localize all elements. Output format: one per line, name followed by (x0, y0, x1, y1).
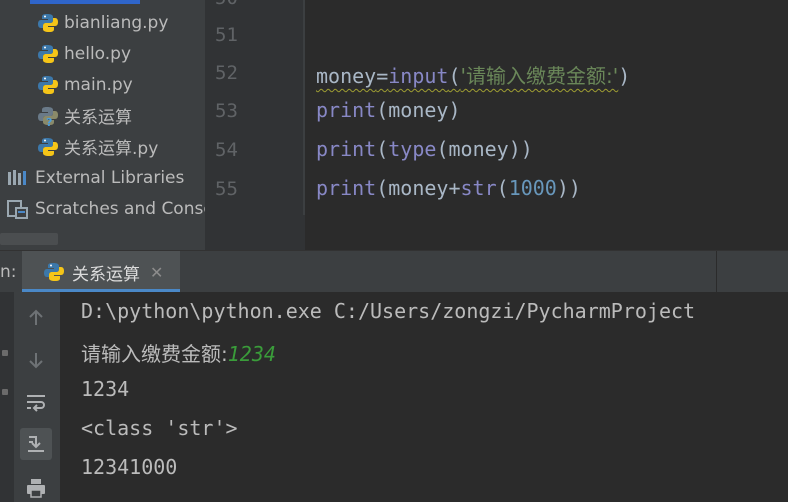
line-number: 50 (215, 0, 245, 9)
scroll-to-end-button[interactable] (20, 428, 52, 460)
code-line-53[interactable]: print(money) (316, 98, 461, 122)
run-tool-window-header: n: 关系运算 ✕ (0, 250, 788, 293)
code-token-arg: money+ (388, 176, 461, 200)
code-token-var: money (316, 64, 377, 88)
horizontal-scrollbar[interactable] (0, 233, 58, 245)
code-token-fn: input (388, 64, 449, 88)
print-icon (27, 479, 45, 498)
code-token-number: 1000 (508, 176, 557, 200)
tree-item-label: 关系运算.py (64, 139, 159, 159)
python-file-icon (38, 136, 58, 158)
toolbar-edge-strip (0, 292, 14, 502)
edge-marker (2, 389, 8, 395)
code-token-fn: print (316, 137, 377, 161)
code-token-paren: ( (376, 137, 389, 161)
tree-item-external-libraries[interactable]: External Libraries (7, 162, 184, 193)
scratches-icon (7, 198, 29, 220)
scroll-up-button[interactable] (20, 302, 52, 334)
code-token-fn: print (316, 98, 377, 122)
code-line-55[interactable]: print(money+str(1000)) (316, 176, 581, 200)
code-token-paren: ) (448, 98, 461, 122)
python-file-icon (38, 43, 58, 65)
code-token-eq: = (376, 64, 389, 88)
line-number: 55 (215, 178, 238, 200)
selected-item-fragment[interactable] (30, 0, 140, 4)
code-token-paren: ( (436, 137, 449, 161)
tree-item-relation-op[interactable]: ? 关系运算 (38, 100, 132, 131)
gutter-separator (303, 0, 305, 215)
run-console-output[interactable]: D:\python\python.exe C:/Users/zongzi/Pyc… (60, 292, 788, 502)
line-number: 53 (215, 100, 238, 122)
console-output-line: <class 'str'> (81, 416, 238, 440)
console-output-line: 12341000 (81, 455, 178, 479)
libraries-icon (7, 167, 29, 189)
code-token-arg: money (448, 137, 509, 161)
edge-marker (2, 350, 8, 356)
project-tree-panel: bianliang.py hello.py main.py ? 关系运算 关系运… (0, 0, 205, 250)
line-number: 52 (215, 62, 238, 84)
code-editor[interactable]: 50 51 52 53 54 55 money=input('请输入缴费金额:'… (205, 0, 788, 250)
tree-item-main[interactable]: main.py (38, 69, 133, 100)
console-input-line: 请输入缴费金额:1234 (81, 338, 276, 367)
code-line-54[interactable]: print(type(money)) (316, 137, 533, 161)
tree-item-label: 关系运算 (64, 108, 132, 128)
code-token-paren: ( (496, 176, 509, 200)
console-command-line: D:\python\python.exe C:/Users/zongzi/Pyc… (81, 299, 696, 323)
line-number: 54 (215, 139, 238, 161)
scroll-down-button[interactable] (20, 344, 52, 376)
run-window-title-fragment: n: (0, 262, 17, 282)
run-tab-label: 关系运算 (72, 264, 140, 285)
code-token-fn2: str (460, 176, 497, 200)
code-line-52[interactable]: money=input('请输入缴费金额:') (316, 60, 630, 89)
code-token-arg: money (388, 98, 449, 122)
tree-item-label: External Libraries (35, 167, 185, 188)
soft-wrap-icon (27, 395, 45, 412)
code-token-paren: ( (376, 98, 389, 122)
console-prompt: 请输入缴费金额: (81, 342, 228, 366)
python-run-icon (44, 261, 64, 283)
svg-text:?: ? (46, 116, 52, 127)
line-number: 51 (215, 24, 238, 46)
run-tab-relation-op[interactable]: 关系运算 ✕ (22, 251, 180, 293)
python-file-icon (38, 74, 58, 96)
print-button[interactable] (20, 472, 52, 502)
tree-item-label: main.py (64, 74, 133, 95)
code-token-string: '请输入缴费金额:' (460, 64, 619, 88)
warning-squiggle: money=input('请输入缴费金额:' (316, 64, 618, 88)
code-token-paren: ( (376, 176, 389, 200)
gutter-bottom (205, 215, 305, 250)
python-file-unknown-icon: ? (38, 105, 58, 127)
code-token-fn: print (316, 176, 377, 200)
arrow-down-icon (29, 353, 43, 369)
run-header-toolbar-area (716, 251, 788, 293)
arrow-up-icon (29, 309, 43, 325)
tree-item-bianliang[interactable]: bianliang.py (38, 7, 168, 38)
code-token-paren: )) (508, 137, 533, 161)
code-token-paren: )) (556, 176, 581, 200)
tree-item-hello[interactable]: hello.py (38, 38, 131, 69)
python-file-icon (38, 12, 58, 34)
soft-wrap-button[interactable] (20, 386, 52, 418)
close-icon[interactable]: ✕ (150, 263, 163, 282)
tree-item-label: bianliang.py (64, 12, 169, 33)
code-token-paren: ) (618, 64, 631, 88)
scroll-to-end-icon (28, 436, 44, 452)
tree-item-label: hello.py (64, 43, 132, 64)
tree-item-scratches[interactable]: Scratches and Consol (7, 193, 205, 224)
code-token-paren: ( (448, 64, 461, 88)
tree-item-relation-op-py[interactable]: 关系运算.py (38, 131, 158, 162)
code-token-fn2: type (388, 137, 437, 161)
console-output-line: 1234 (81, 377, 130, 401)
tree-item-label: Scratches and Consol (35, 198, 205, 219)
console-user-input: 1234 (227, 342, 276, 366)
